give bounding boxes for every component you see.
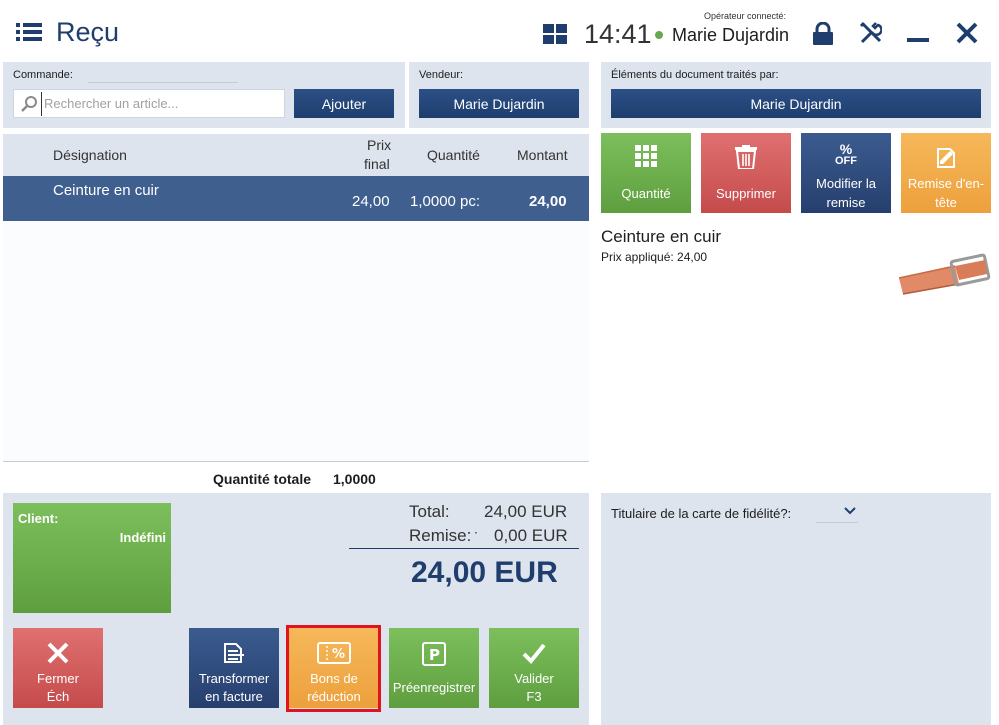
total-quantity-value: 1,0000 bbox=[333, 471, 376, 487]
close-icon[interactable] bbox=[956, 22, 978, 44]
close-x-icon bbox=[47, 642, 69, 664]
modify-discount-line1: Modifier la bbox=[816, 176, 876, 191]
belt-image bbox=[898, 253, 991, 295]
lock-icon[interactable] bbox=[812, 22, 834, 46]
processed-by-panel: Éléments du document traités par: Marie … bbox=[601, 62, 991, 128]
item-detail-price: Prix appliqué: 24,00 bbox=[601, 250, 708, 264]
row-price: 24,00 bbox=[352, 193, 390, 210]
seller-panel: Vendeur: Marie Dujardin bbox=[409, 62, 589, 128]
clock: 14:41 bbox=[584, 19, 652, 49]
loyalty-card-dropdown[interactable] bbox=[816, 503, 858, 523]
column-header-price-line1[interactable]: Prix bbox=[367, 137, 391, 153]
client-value: Indéfini bbox=[119, 530, 166, 545]
item-detail-name: Ceinture en cuir bbox=[601, 227, 722, 246]
tools-icon[interactable] bbox=[860, 22, 882, 44]
seller-label: Vendeur: bbox=[419, 69, 464, 81]
total-label: Total: bbox=[409, 502, 450, 521]
loyalty-panel: Titulaire de la carte de fidélité?: bbox=[601, 493, 991, 725]
convert-invoice-line2: en facture bbox=[205, 689, 263, 704]
loyalty-card-label: Titulaire de la carte de fidélité?: bbox=[611, 506, 792, 521]
table-body bbox=[3, 221, 589, 461]
close-exchange-line1: Fermer bbox=[37, 671, 79, 686]
validate-line1: Valider bbox=[514, 671, 554, 686]
table-row[interactable]: Ceinture en cuir 24,00 1,0000 pc: 24,00 bbox=[3, 176, 589, 221]
totals-divider bbox=[349, 548, 579, 549]
percent-icon: % bbox=[839, 141, 853, 157]
preregister-button[interactable]: P Préenregistrer bbox=[389, 628, 479, 708]
header-bar: Reçu 14:41 Opérateur connecté: Marie Duj… bbox=[0, 0, 999, 62]
operator-name: Marie Dujardin bbox=[672, 25, 790, 45]
edit-document-icon bbox=[937, 148, 955, 168]
search-box[interactable] bbox=[13, 89, 285, 118]
column-header-amount[interactable]: Montant bbox=[517, 147, 568, 163]
grand-total: 24,00 EUR bbox=[411, 556, 558, 589]
client-button[interactable]: Client: Indéfini bbox=[13, 503, 171, 613]
column-header-quantity[interactable]: Quantité bbox=[427, 147, 480, 163]
processed-by-label: Éléments du document traités par: bbox=[611, 69, 779, 81]
validate-line2: F3 bbox=[526, 689, 542, 704]
highlight-frame bbox=[286, 625, 381, 712]
page-title: Reçu bbox=[56, 17, 120, 47]
header-discount-button[interactable]: Remise d'en- tête bbox=[901, 133, 991, 213]
status-dot-icon bbox=[655, 31, 663, 39]
row-amount: 24,00 bbox=[529, 193, 567, 210]
command-label: Commande: bbox=[13, 69, 73, 81]
modify-discount-button[interactable]: % OFF Modifier la remise bbox=[801, 133, 891, 213]
convert-invoice-line1: Transformer bbox=[198, 671, 270, 686]
quantity-button[interactable]: Quantité bbox=[601, 133, 691, 213]
chevron-down-icon bbox=[844, 507, 856, 515]
table-header: Désignation Prix final Quantité Montant bbox=[3, 134, 589, 176]
add-button[interactable]: Ajouter bbox=[294, 89, 394, 118]
header-discount-line2: tête bbox=[935, 195, 957, 210]
total-quantity-label: Quantité totale bbox=[213, 471, 312, 487]
column-header-price-line2[interactable]: final bbox=[364, 156, 390, 172]
modify-discount-line2: remise bbox=[826, 195, 866, 210]
seller-button[interactable]: Marie Dujardin bbox=[419, 89, 579, 118]
tiles-icon[interactable] bbox=[543, 24, 567, 44]
close-exchange-line2: Éch bbox=[46, 689, 70, 704]
parking-icon: P bbox=[422, 642, 446, 666]
discount-label: Remise: bbox=[409, 526, 472, 545]
close-exchange-button[interactable]: Fermer Éch bbox=[13, 628, 103, 708]
trash-icon bbox=[735, 145, 757, 169]
search-icon bbox=[21, 95, 37, 112]
document-convert-icon bbox=[224, 643, 244, 663]
header-discount-line1: Remise d'en- bbox=[907, 176, 985, 191]
column-header-designation[interactable]: Désignation bbox=[53, 147, 127, 163]
discount-value: 0,00 EUR bbox=[494, 526, 568, 545]
client-label: Client: bbox=[18, 511, 59, 526]
validate-button[interactable]: Valider F3 bbox=[489, 628, 579, 708]
menu-icon[interactable] bbox=[16, 22, 42, 42]
quantity-button-label: Quantité bbox=[621, 186, 671, 201]
processed-by-button[interactable]: Marie Dujardin bbox=[611, 89, 981, 118]
row-quantity: 1,0000 pc: bbox=[410, 193, 480, 210]
search-input[interactable] bbox=[41, 91, 271, 116]
delete-button-label: Supprimer bbox=[716, 186, 776, 201]
total-value: 24,00 EUR bbox=[484, 502, 568, 521]
command-underline bbox=[88, 82, 238, 83]
keypad-icon bbox=[635, 145, 657, 167]
delete-button[interactable]: Supprimer bbox=[701, 133, 791, 213]
minimize-icon[interactable] bbox=[907, 38, 929, 42]
discount-dot: · bbox=[474, 526, 478, 540]
preregister-label: Préenregistrer bbox=[392, 680, 476, 695]
convert-to-invoice-button[interactable]: Transformer en facture bbox=[189, 628, 279, 708]
row-designation: Ceinture en cuir bbox=[53, 182, 159, 199]
off-icon: OFF bbox=[835, 155, 857, 167]
checkmark-icon bbox=[522, 643, 546, 664]
operator-label: Opérateur connecté: bbox=[704, 11, 787, 21]
total-quantity-bar: Quantité totale 1,0000 bbox=[3, 461, 589, 493]
svg-text:P: P bbox=[429, 646, 440, 664]
command-panel: Commande: Ajouter bbox=[3, 62, 405, 128]
